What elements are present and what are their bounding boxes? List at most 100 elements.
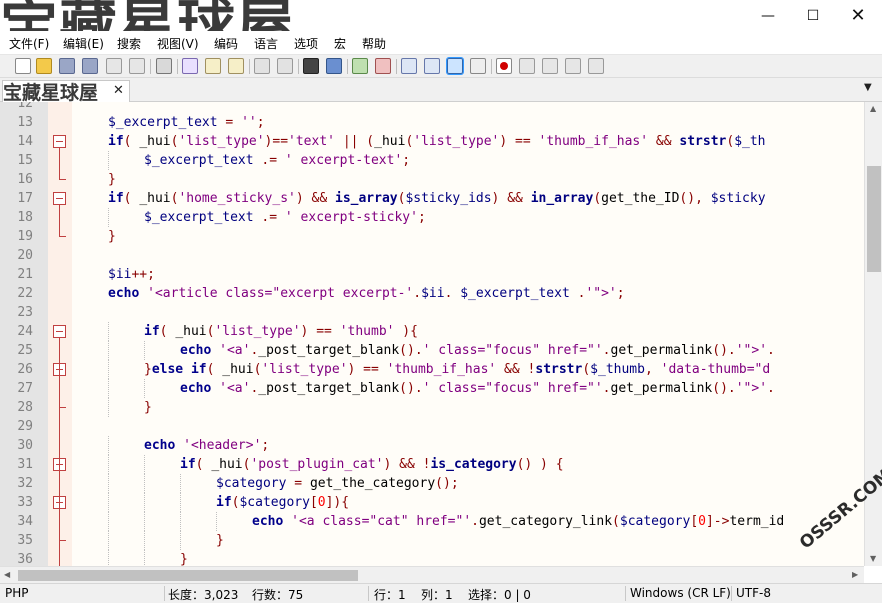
tab-close-icon[interactable]: ✕ — [113, 83, 124, 98]
indent-guide — [144, 512, 145, 531]
code-line[interactable]: if( _hui('list_type')=='text' || (_hui('… — [108, 132, 766, 151]
code-line[interactable]: if( _hui('list_type') == 'thumb' ){ — [144, 322, 418, 341]
line-number: 18 — [17, 210, 33, 225]
status-language: PHP — [5, 586, 29, 600]
code-line[interactable]: } — [180, 550, 188, 566]
line-number: 23 — [17, 305, 33, 320]
indent-guide — [108, 436, 109, 455]
indent-guide — [108, 455, 109, 474]
line-number: 24 — [17, 324, 33, 339]
status-eol: Windows (CR LF) — [630, 586, 731, 600]
paste-icon[interactable] — [228, 58, 244, 74]
indent-guide — [144, 550, 145, 566]
menu-encoding[interactable]: 编码 — [214, 35, 238, 52]
indent-guide — [108, 341, 109, 360]
menu-language[interactable]: 语言 — [254, 35, 278, 52]
menu-search[interactable]: 搜索 — [117, 35, 141, 52]
menu-settings[interactable]: 选项 — [294, 35, 318, 52]
menu-edit[interactable]: 编辑(E) — [63, 35, 104, 52]
code-line[interactable]: } — [144, 398, 152, 417]
indent-guide-icon[interactable] — [470, 58, 486, 74]
indent-guide — [180, 474, 181, 493]
indent-guide — [108, 360, 109, 379]
fold-toggle-icon[interactable] — [53, 325, 66, 338]
redo-icon[interactable] — [277, 58, 293, 74]
cut-icon[interactable] — [182, 58, 198, 74]
open-file-icon[interactable] — [36, 58, 52, 74]
maximize-button[interactable]: ☐ — [790, 0, 836, 31]
watermark-tab: 宝藏星球屋 — [3, 82, 99, 104]
code-line[interactable]: echo '<article class="excerpt excerpt-'.… — [108, 284, 625, 303]
status-row: 行：1 — [374, 588, 406, 602]
show-all-chars-icon[interactable] — [446, 57, 464, 75]
code-line[interactable]: echo '<a class="cat" href="'.get_categor… — [252, 512, 784, 531]
menu-bar: 文件(F) 编辑(E) 搜索 视图(V) 编码 语言 选项 宏 帮助 — [0, 31, 882, 53]
code-editor[interactable]: 12 13 $_excerpt_text = ''; 14 if( _hui('list… — [0, 102, 864, 566]
code-line[interactable]: if( _hui('home_sticky_s') && is_array($s… — [108, 189, 766, 208]
menu-macro[interactable]: 宏 — [334, 35, 346, 52]
replace-icon[interactable] — [326, 58, 342, 74]
save-icon[interactable] — [59, 58, 75, 74]
indent-guide — [108, 379, 109, 398]
code-line[interactable]: $_excerpt_text .= ' excerpt-text'; — [144, 151, 410, 170]
code-line[interactable]: if( _hui('post_plugin_cat') && !is_categ… — [180, 455, 564, 474]
line-number: 21 — [17, 267, 33, 282]
horizontal-scroll-thumb[interactable] — [18, 570, 358, 581]
status-column: 列：1 — [421, 588, 453, 602]
line-number: 13 — [17, 115, 33, 130]
code-line[interactable]: } — [216, 531, 224, 550]
close-icon[interactable] — [106, 58, 122, 74]
close-all-icon[interactable] — [129, 58, 145, 74]
play-macro-icon[interactable] — [542, 58, 558, 74]
menu-help[interactable]: 帮助 — [362, 35, 386, 52]
scroll-right-icon[interactable]: ▶ — [852, 570, 858, 579]
indent-guide — [144, 531, 145, 550]
sync-scroll-icon[interactable] — [401, 58, 417, 74]
zoom-out-icon[interactable] — [375, 58, 391, 74]
run-macro-icon[interactable] — [565, 58, 581, 74]
copy-icon[interactable] — [205, 58, 221, 74]
save-macro-icon[interactable] — [588, 58, 604, 74]
status-line-count: 行数：75 — [252, 588, 304, 602]
close-window-button[interactable]: ✕ — [835, 0, 881, 31]
fold-line — [59, 471, 60, 566]
zoom-in-icon[interactable] — [352, 58, 368, 74]
fold-line — [59, 148, 60, 179]
find-icon[interactable] — [303, 58, 319, 74]
line-number: 12 — [17, 102, 33, 111]
record-macro-icon[interactable] — [496, 58, 512, 74]
horizontal-scrollbar[interactable]: ◀ ▶ — [0, 566, 864, 583]
code-line[interactable]: } — [108, 227, 116, 246]
minimize-button[interactable]: — — [745, 0, 791, 31]
code-line[interactable]: echo '<header>'; — [144, 436, 269, 455]
code-line[interactable]: $_excerpt_text = ''; — [108, 113, 265, 132]
indent-guide — [108, 550, 109, 566]
menu-file[interactable]: 文件(F) — [9, 35, 49, 52]
print-icon[interactable] — [156, 58, 172, 74]
line-number: 19 — [17, 229, 33, 244]
undo-icon[interactable] — [254, 58, 270, 74]
code-line[interactable]: }else if( _hui('list_type') == 'thumb_if… — [144, 360, 770, 379]
indent-guide — [180, 531, 181, 550]
scroll-down-icon[interactable]: ▼ — [870, 554, 876, 563]
code-line[interactable]: } — [108, 170, 116, 189]
code-line[interactable]: $ii++; — [108, 265, 155, 284]
indent-guide — [108, 208, 109, 227]
word-wrap-icon[interactable] — [424, 58, 440, 74]
tab-list-dropdown-icon[interactable]: ▼ — [864, 82, 872, 93]
scroll-up-icon[interactable]: ▲ — [870, 104, 876, 113]
vertical-scroll-thumb[interactable] — [867, 166, 881, 272]
code-line[interactable]: $_excerpt_text .= ' excerpt-sticky'; — [144, 208, 426, 227]
code-line[interactable]: $category = get_the_category(); — [216, 474, 459, 493]
stop-record-icon[interactable] — [519, 58, 535, 74]
fold-toggle-icon[interactable] — [53, 135, 66, 148]
line-number: 17 — [17, 191, 33, 206]
new-file-icon[interactable] — [15, 58, 31, 74]
code-line[interactable]: echo '<a'._post_target_blank().' class="… — [180, 341, 775, 360]
menu-view[interactable]: 视图(V) — [157, 35, 199, 52]
scroll-left-icon[interactable]: ◀ — [4, 570, 10, 579]
fold-toggle-icon[interactable] — [53, 192, 66, 205]
save-all-icon[interactable] — [82, 58, 98, 74]
code-line[interactable]: echo '<a'._post_target_blank().' class="… — [180, 379, 775, 398]
code-line[interactable]: if($category[0]){ — [216, 493, 349, 512]
